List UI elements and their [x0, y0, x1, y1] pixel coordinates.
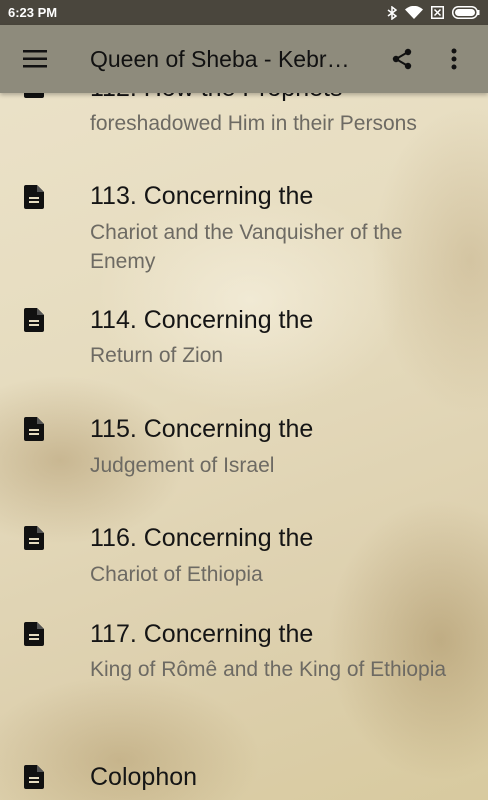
more-options-button[interactable]: [432, 37, 476, 81]
chapter-title: 117. Concerning the: [90, 620, 314, 648]
sim-none-icon: [431, 6, 444, 19]
list-item[interactable]: 115. Concerning the Judgement of Israel: [0, 405, 488, 505]
page-title: Queen of Sheba - Kebra Nagast: [90, 45, 360, 72]
status-bar: 6:23 PM: [0, 0, 488, 25]
bluetooth-icon: [387, 5, 397, 20]
list-item[interactable]: 116. Concerning the Chariot of Ethiopia: [0, 514, 488, 614]
chapter-title: 116. Concerning the: [90, 524, 314, 552]
chapter-title: Colophon: [90, 763, 198, 791]
chapter-subtitle: Chariot and the Vanquisher of the Enemy: [90, 221, 403, 273]
menu-button[interactable]: [13, 37, 57, 81]
battery-icon: [452, 6, 480, 19]
share-icon: [392, 48, 412, 70]
document-icon: [24, 765, 44, 789]
more-vert-icon: [451, 48, 457, 70]
share-button[interactable]: [380, 37, 424, 81]
chapter-title: 114. Concerning the: [90, 306, 314, 334]
document-icon: [24, 308, 44, 332]
chapter-title: 115. Concerning the: [90, 415, 314, 443]
list-item[interactable]: 113. Concerning the Chariot and the Vanq…: [0, 172, 488, 282]
chapter-title: 113. Concerning the: [90, 182, 314, 210]
app-toolbar: Queen of Sheba - Kebra Nagast: [0, 25, 488, 93]
chapter-list[interactable]: 112. How the Prophets foreshadowed Him i…: [0, 0, 488, 800]
document-icon: [24, 526, 44, 550]
list-item[interactable]: 117. Concerning the King of Rômê and the…: [0, 610, 488, 730]
list-item[interactable]: 114. Concerning the Return of Zion: [0, 296, 488, 396]
chapter-subtitle: King of Rômê and the King of Ethiopia: [90, 658, 447, 681]
chapter-subtitle: Judgement of Israel: [90, 454, 275, 477]
list-item[interactable]: Colophon: [0, 753, 488, 800]
chapter-subtitle: foreshadowed Him in their Persons: [90, 112, 417, 135]
document-icon: [24, 417, 44, 441]
document-icon: [24, 622, 44, 646]
chapter-subtitle: Chariot of Ethiopia: [90, 563, 263, 586]
wifi-icon: [405, 6, 423, 19]
document-icon: [24, 185, 44, 209]
menu-icon: [23, 50, 47, 68]
status-time: 6:23 PM: [8, 5, 58, 20]
chapter-subtitle: Return of Zion: [90, 344, 224, 367]
